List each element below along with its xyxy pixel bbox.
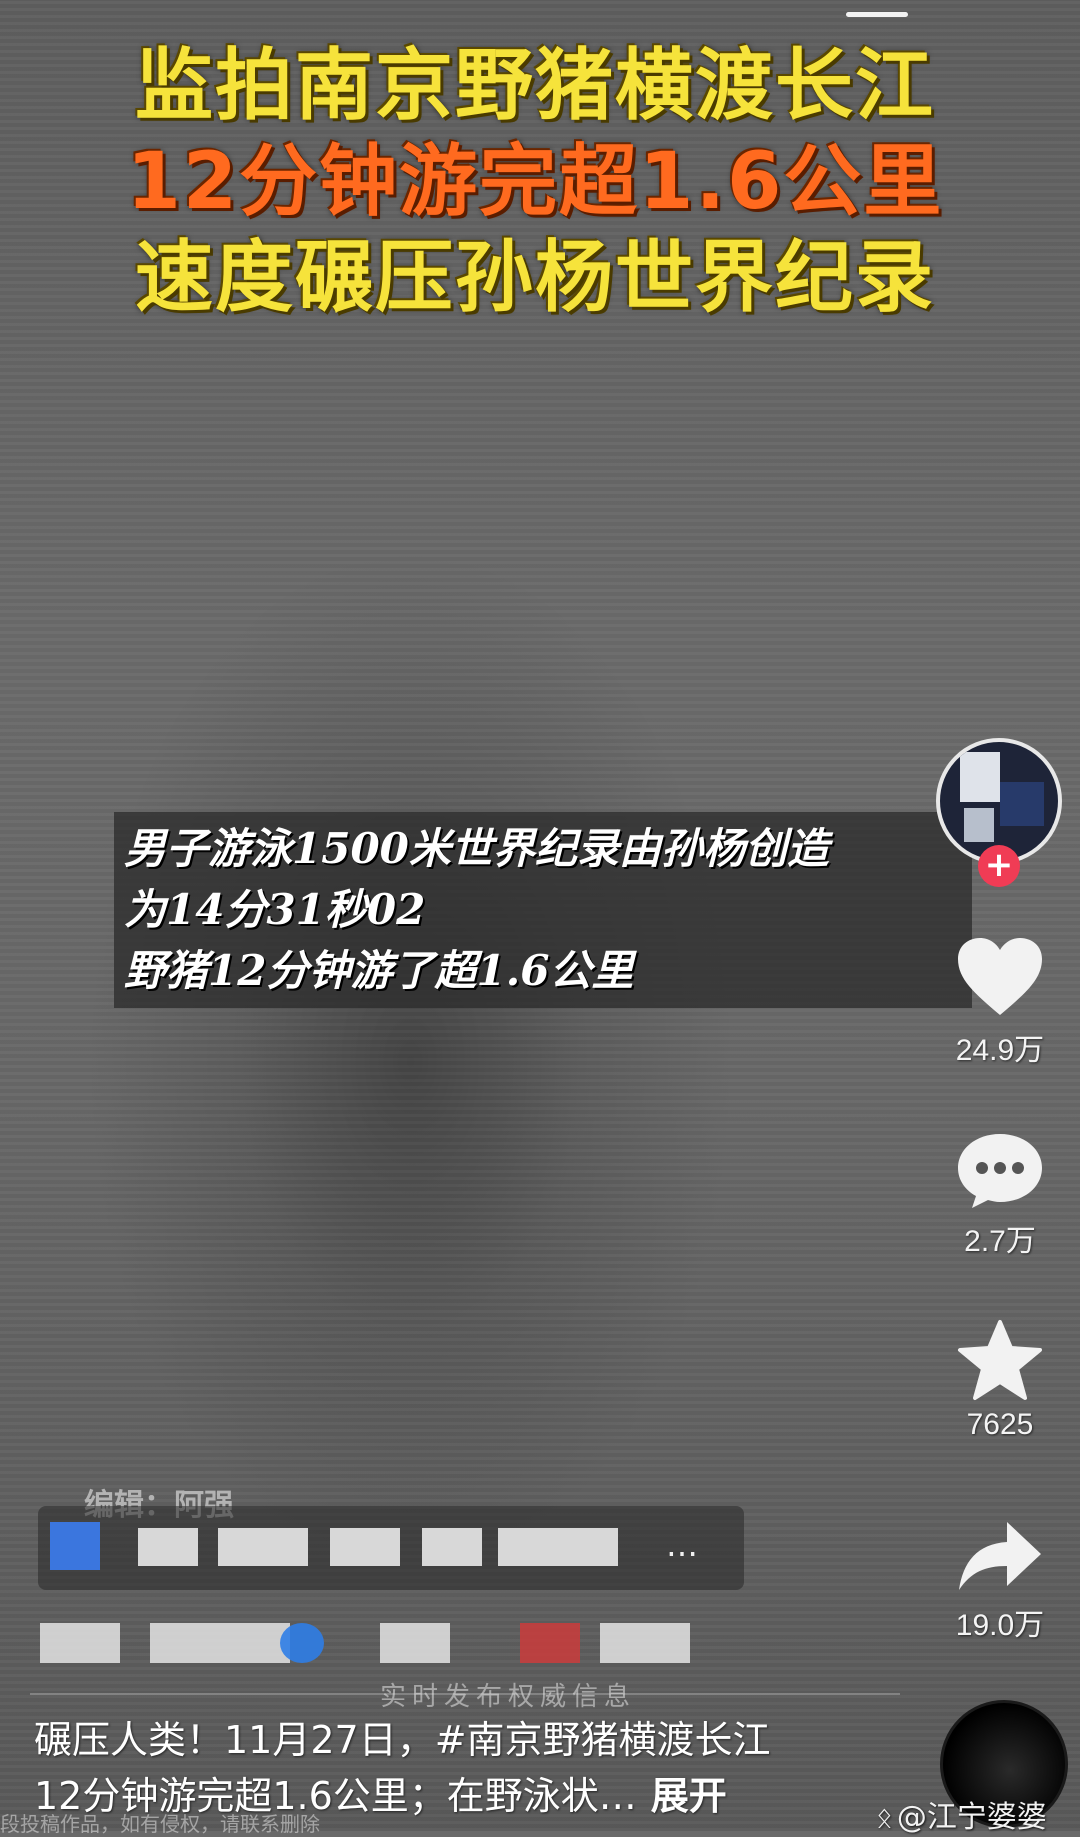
pixelated-block — [380, 1623, 450, 1663]
weibo-icon: ᛟ — [876, 1801, 893, 1834]
caption-line-2: 为14分31秒02 — [124, 885, 426, 934]
pixelated-block — [600, 1623, 690, 1663]
disclaimer-text: 段投稿作品，如有侵权，请联系删除 — [0, 1812, 320, 1836]
page-indicator — [846, 12, 908, 17]
pixelated-info-bar-2 — [40, 1615, 720, 1675]
favorite-button[interactable]: 7625 — [942, 1318, 1058, 1442]
title-line-2: 12分钟游完超1.6公里 — [126, 137, 944, 227]
avatar-pixel — [964, 808, 994, 842]
pixelated-block — [520, 1623, 580, 1663]
comment-count: 2.7万 — [964, 1225, 1036, 1258]
star-icon — [958, 1320, 1042, 1400]
pixelated-block — [498, 1528, 618, 1566]
title-line-1: 监拍南京野猪横渡长江 — [134, 41, 935, 131]
share-button[interactable]: 19.0万 — [942, 1518, 1058, 1644]
expand-button[interactable]: 展开 — [651, 1774, 727, 1818]
caption-line-3: 野猪12分钟游了超1.6公里 — [124, 946, 634, 995]
video-title-overlay: 监拍南京野猪横渡长江 12分钟游完超1.6公里 速度碾压孙杨世界纪录 — [40, 38, 1030, 326]
pixelated-block — [138, 1528, 198, 1566]
comment-icon — [958, 1134, 1042, 1208]
pixelated-info-bar[interactable]: … — [38, 1506, 744, 1590]
pixelated-block — [330, 1528, 400, 1566]
pixelated-block — [422, 1528, 482, 1566]
heart-icon — [958, 938, 1042, 1015]
pixelated-block — [40, 1623, 120, 1663]
source-watermark: 实时发布权威信息 — [380, 1682, 637, 1712]
avatar-pixel — [960, 752, 1000, 802]
title-line-3: 速度碾压孙杨世界纪录 — [134, 233, 935, 323]
weibo-watermark: ᛟ @江宁婆婆 — [876, 1792, 1047, 1836]
pixelated-block — [280, 1623, 324, 1663]
description-line-1: 碾压人类！11月27日，#南京野猪横渡长江 — [34, 1712, 834, 1768]
follow-button[interactable]: + — [978, 845, 1020, 887]
weibo-handle: @江宁婆婆 — [896, 1800, 1047, 1835]
pixelated-block — [218, 1528, 308, 1566]
hashtag-link[interactable]: #南京野猪横渡长江 — [435, 1718, 771, 1762]
pixelated-block — [150, 1623, 290, 1663]
share-icon — [959, 1522, 1041, 1590]
video-caption: 男子游泳1500米世界纪录由孙杨创造 为14分31秒02 野猪12分钟游了超1.… — [124, 818, 984, 1001]
caption-line-1: 男子游泳1500米世界纪录由孙杨创造 — [124, 824, 829, 873]
favorite-count: 7625 — [966, 1408, 1034, 1441]
description-prefix: 碾压人类！11月27日， — [34, 1718, 435, 1762]
pixelated-block — [50, 1522, 100, 1570]
like-button[interactable]: 24.9万 — [942, 935, 1058, 1069]
avatar-pixel — [1000, 782, 1044, 826]
info-ellipsis: … — [666, 1526, 698, 1564]
like-count: 24.9万 — [955, 1034, 1045, 1067]
share-count: 19.0万 — [955, 1609, 1045, 1642]
comment-button[interactable]: 2.7万 — [942, 1130, 1058, 1260]
